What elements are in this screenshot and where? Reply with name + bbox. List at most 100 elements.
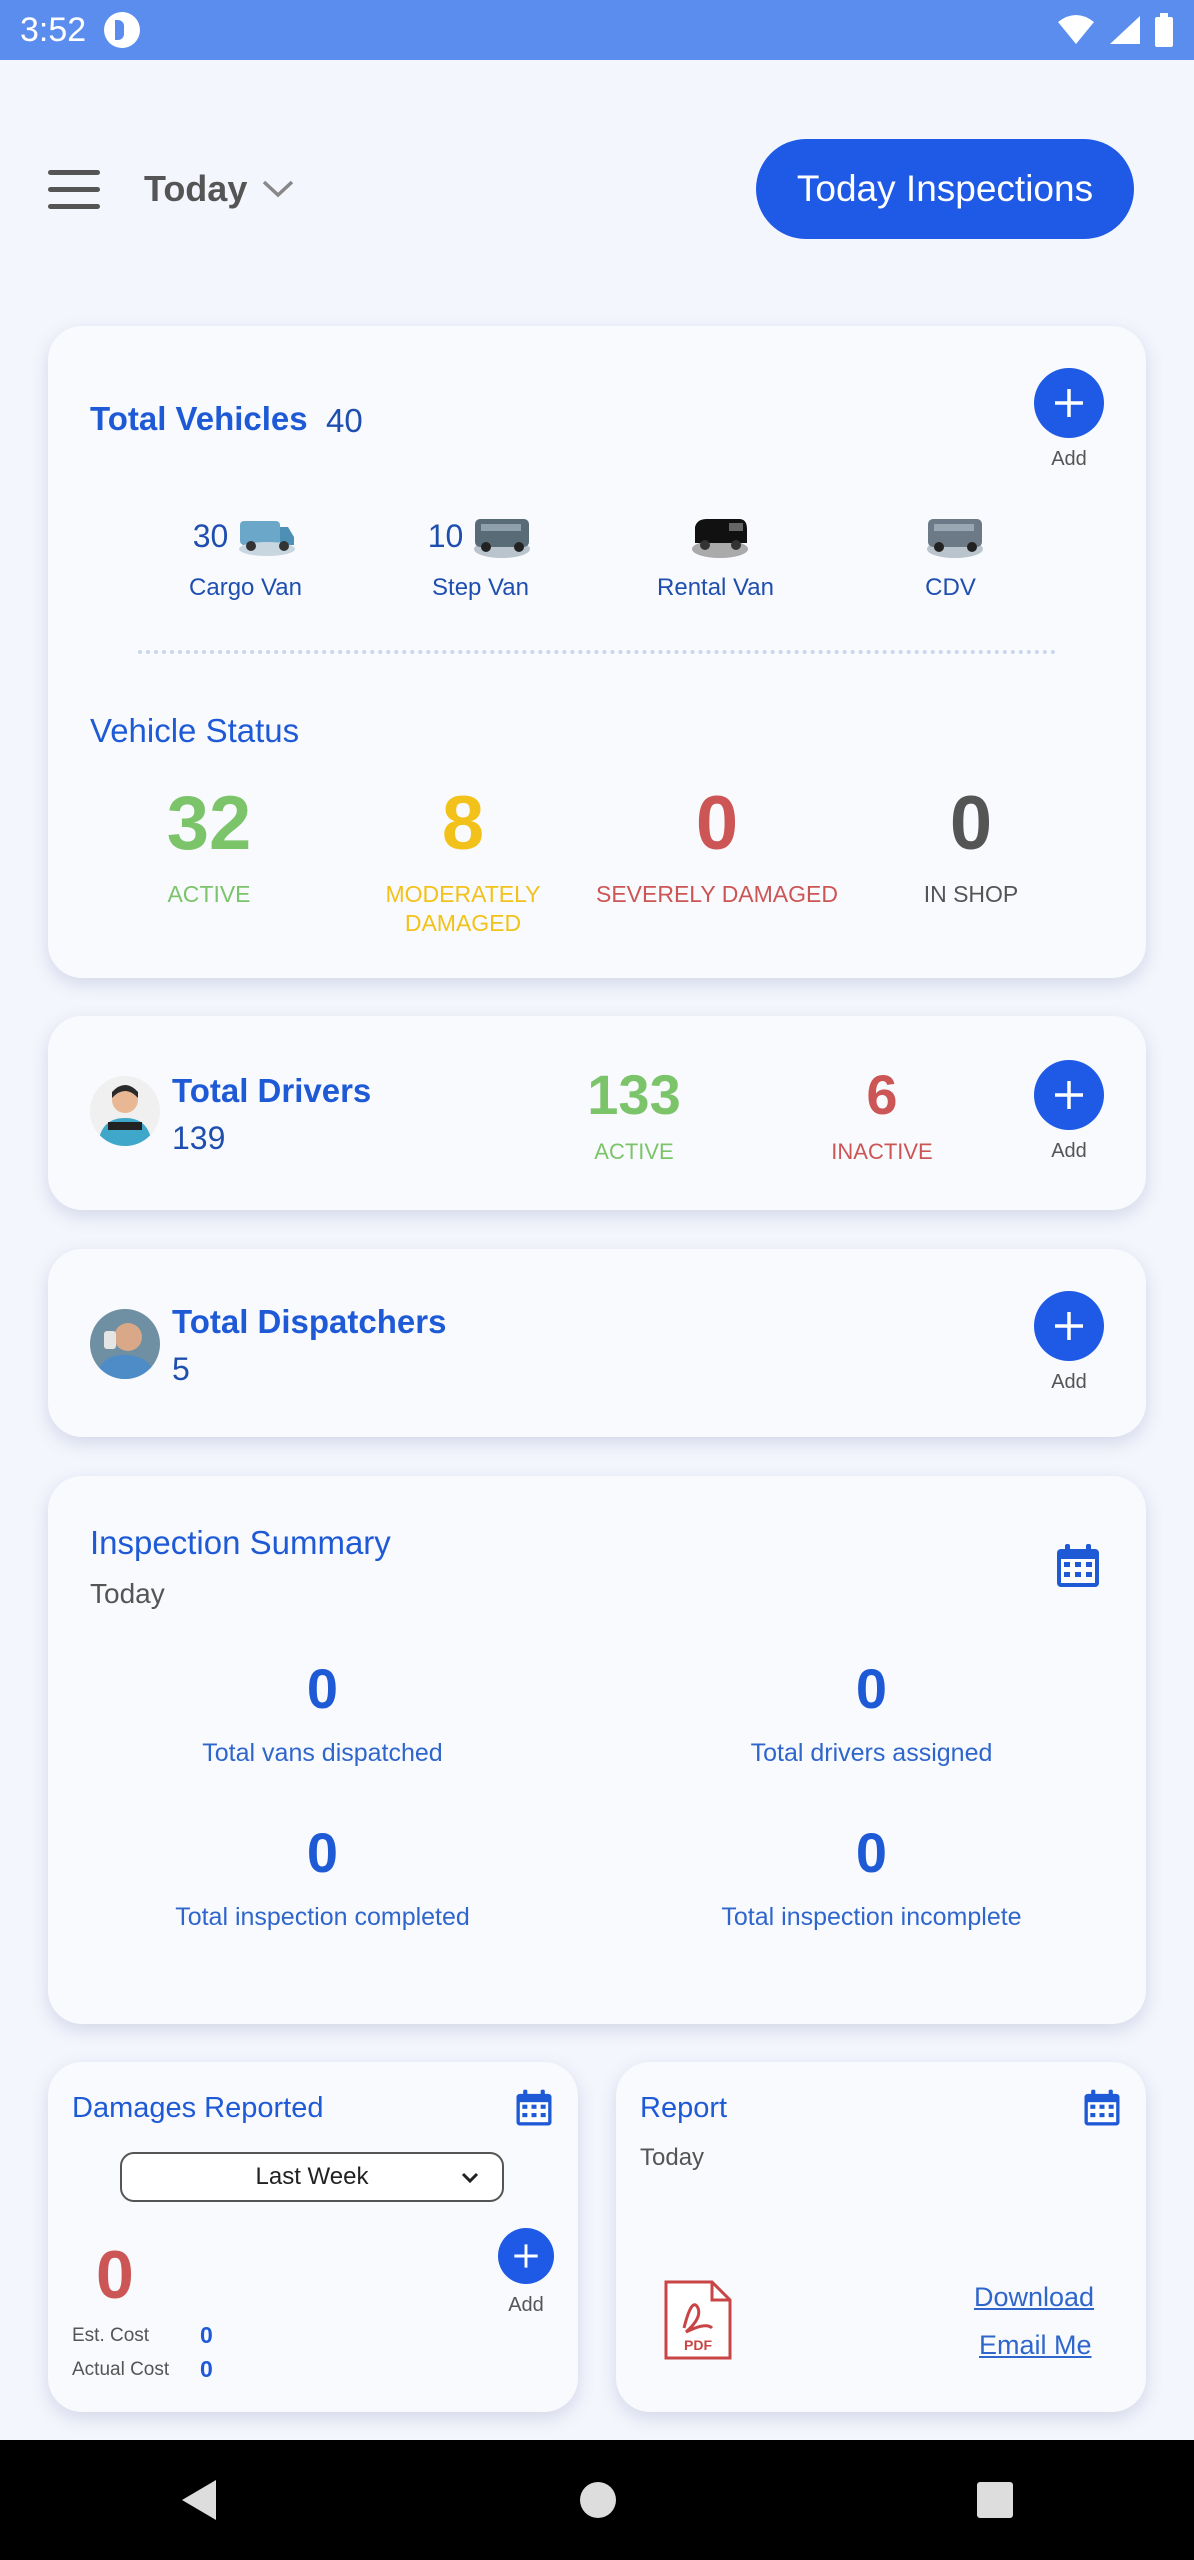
add-damage[interactable]: Add [498, 2228, 554, 2317]
add-driver[interactable]: Add [1034, 1060, 1104, 1163]
recents-icon[interactable] [976, 2481, 1014, 2519]
signal-icon [1110, 16, 1140, 44]
calendar-icon[interactable] [1082, 2088, 1122, 2128]
add-driver-button[interactable] [1034, 1060, 1104, 1130]
actual-cost-row: Actual Cost 0 [72, 2356, 213, 2383]
vehicle-status-title: Vehicle Status [90, 712, 300, 749]
battery-icon [1155, 13, 1173, 47]
report-card: Report Today PDF Download Email Me [616, 2062, 1146, 2412]
stat-value: 0 [855, 1657, 888, 1720]
home-icon[interactable] [579, 2481, 617, 2519]
damages-reported-card: Damages Reported Last Week 0 Add Est. Co… [48, 2062, 578, 2412]
inspection-summary-title: Inspection Summary [90, 1524, 391, 1561]
add-damage-button[interactable] [498, 2228, 554, 2284]
vehicle-type-cdv[interactable]: CDV [833, 506, 1068, 602]
add-damage-label: Add [508, 2294, 544, 2316]
vehicle-type-count: 10 [427, 517, 464, 554]
stat-label: Total inspection completed [175, 1903, 470, 1931]
step-van-icon [474, 519, 531, 558]
hamburger-menu-icon[interactable] [48, 170, 100, 210]
add-vehicle-label: Add [1051, 448, 1087, 470]
cargo-van-icon [239, 521, 296, 556]
status-label: ACTIVE [167, 881, 251, 907]
add-vehicle-button[interactable] [1034, 368, 1104, 438]
divider [138, 650, 1056, 654]
cdv-icon [926, 519, 983, 558]
status-value: 0 [949, 781, 993, 866]
calendar-icon[interactable] [1054, 1542, 1102, 1590]
date-filter-dropdown[interactable]: Today [144, 168, 295, 210]
add-dispatcher-label: Add [1051, 1371, 1087, 1393]
report-title: Report [640, 2092, 728, 2124]
status-value: 8 [441, 781, 485, 866]
vehicles-card: Total Vehicles 40 Add 30 Cargo Van 10 St… [48, 326, 1146, 978]
status-bar: 3:52 [0, 0, 1194, 60]
est-cost-label: Est. Cost [72, 2324, 150, 2346]
stat-vans-dispatched[interactable]: 0 Total vans dispatched [48, 1656, 597, 1768]
today-inspections-button[interactable]: Today Inspections [756, 139, 1134, 239]
actual-cost-value: 0 [200, 2356, 213, 2382]
vehicle-status-in-shop[interactable]: 0 IN SHOP [844, 776, 1098, 938]
est-cost-value: 0 [200, 2322, 213, 2348]
vehicle-status-severely-damaged[interactable]: 0 SEVERELY DAMAGED [590, 776, 844, 938]
vehicle-status-moderately-damaged[interactable]: 8 MODERATELY DAMAGED [336, 776, 590, 938]
inspection-summary-stats: 0 Total vans dispatched 0 Total drivers … [48, 1656, 1146, 1932]
email-me-link[interactable]: Email Me [979, 2330, 1092, 2361]
add-dispatcher[interactable]: Add [1034, 1291, 1104, 1394]
drivers-inactive-value: 6 [866, 1063, 898, 1126]
vehicle-type-name: Rental Van [657, 574, 774, 601]
stat-inspection-incomplete[interactable]: 0 Total inspection incomplete [597, 1820, 1146, 1932]
wifi-icon [1058, 15, 1094, 44]
actual-cost-label: Actual Cost [72, 2358, 170, 2380]
vehicle-type-name: Cargo Van [189, 574, 302, 601]
drivers-active-value: 133 [587, 1063, 681, 1126]
vehicle-type-cargo-van[interactable]: 30 Cargo Van [128, 506, 363, 602]
status-time: 3:52 [20, 10, 87, 49]
drivers-card: Total Drivers 139 133 ACTIVE 6 INACTIVE … [48, 1016, 1146, 1210]
drivers-active[interactable]: 133 ACTIVE [534, 1062, 734, 1165]
download-link[interactable]: Download [974, 2282, 1094, 2313]
total-drivers-title: Total Drivers [172, 1072, 372, 1109]
chevron-down-icon [263, 180, 294, 198]
drivers-inactive[interactable]: 6 INACTIVE [782, 1062, 982, 1165]
stat-drivers-assigned[interactable]: 0 Total drivers assigned [597, 1656, 1146, 1768]
stat-value: 0 [306, 1821, 339, 1884]
vehicle-status-active[interactable]: 32 ACTIVE [82, 776, 336, 938]
dispatchers-avatar [90, 1309, 160, 1379]
damages-count: 0 [96, 2237, 134, 2313]
status-indicators [1056, 13, 1174, 47]
stat-inspection-completed[interactable]: 0 Total inspection completed [48, 1820, 597, 1932]
vehicle-type-step-van[interactable]: 10 Step Van [363, 506, 598, 602]
stat-value: 0 [855, 1821, 888, 1884]
notification-icon [104, 12, 141, 48]
rental-van-icon [691, 519, 748, 558]
drivers-active-label: ACTIVE [594, 1139, 674, 1164]
stat-value: 0 [306, 1657, 339, 1720]
system-navigation-bar [0, 2440, 1194, 2560]
vehicle-type-name: Step Van [432, 574, 529, 601]
back-icon[interactable] [180, 2478, 220, 2522]
calendar-icon[interactable] [514, 2088, 554, 2128]
vehicle-type-rental-van[interactable]: Rental Van [598, 506, 833, 602]
pdf-icon: PDF [662, 2278, 734, 2367]
plus-icon [1055, 1312, 1083, 1340]
status-value: 32 [166, 781, 252, 866]
inspection-summary-period: Today [90, 1578, 165, 1609]
status-value: 0 [695, 781, 739, 866]
plus-icon [1055, 1081, 1083, 1109]
add-dispatcher-button[interactable] [1034, 1291, 1104, 1361]
dispatchers-card: Total Dispatchers 5 Add [48, 1249, 1146, 1437]
status-label: SEVERELY DAMAGED [595, 881, 838, 907]
total-vehicles-title: Total Vehicles [90, 400, 308, 437]
vehicle-status-stats: 32 ACTIVE 8 MODERATELY DAMAGED 0 SEVEREL… [82, 776, 1098, 938]
vehicle-types: 30 Cargo Van 10 Step Van Rental Van CDV [128, 506, 1068, 602]
report-period: Today [640, 2144, 705, 2171]
vehicle-type-name: CDV [925, 574, 976, 601]
damages-range-select[interactable]: Last Week [120, 2152, 504, 2202]
pdf-icon-label: PDF [684, 2337, 712, 2353]
est-cost-row: Est. Cost 0 [72, 2322, 213, 2349]
date-filter-label: Today [144, 168, 248, 209]
stat-label: Total inspection incomplete [721, 1903, 1022, 1931]
chevron-down-icon [461, 2172, 479, 2184]
add-vehicle[interactable]: Add [1034, 368, 1104, 471]
